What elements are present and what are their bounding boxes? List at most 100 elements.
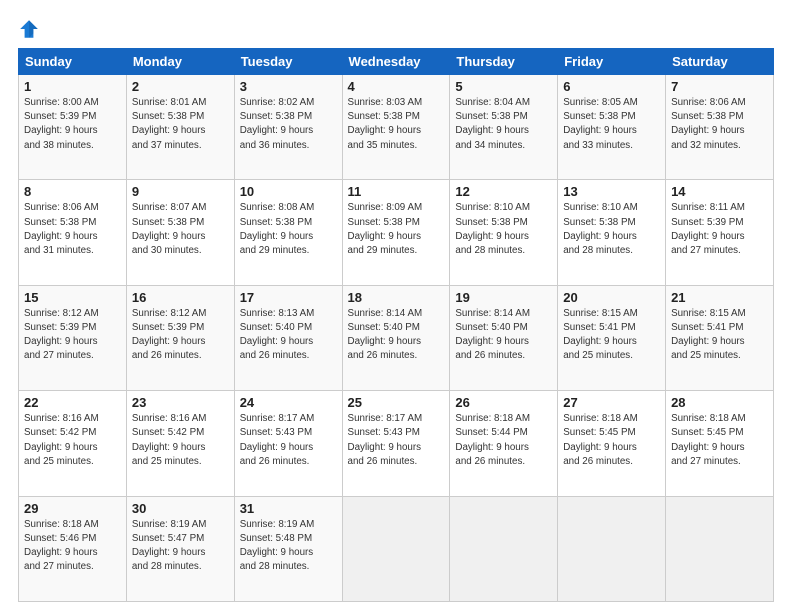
day-number: 8 <box>24 184 121 199</box>
day-info: Sunrise: 8:18 AM Sunset: 5:46 PM Dayligh… <box>24 518 121 575</box>
day-number: 16 <box>132 290 229 305</box>
day-cell: 7 Sunrise: 8:06 AM Sunset: 5:38 PM Daylig… <box>666 75 774 180</box>
day-cell: 16Sunrise: 8:12 AM Sunset: 5:39 PM Dayli… <box>126 285 234 390</box>
day-info: Sunrise: 8:15 AM Sunset: 5:41 PM Dayligh… <box>671 307 768 364</box>
day-cell: 23Sunrise: 8:16 AM Sunset: 5:42 PM Dayli… <box>126 391 234 496</box>
day-cell <box>450 496 558 601</box>
day-info: Sunrise: 8:19 AM Sunset: 5:47 PM Dayligh… <box>132 518 229 575</box>
day-cell: 26 Sunrise: 8:18 AM Sunset: 5:44 PM Dayli… <box>450 391 558 496</box>
day-cell: 3 Sunrise: 8:02 AM Sunset: 5:38 PM Daylig… <box>234 75 342 180</box>
day-info: Sunrise: 8:18 AM Sunset: 5:45 PM Dayligh… <box>671 412 768 469</box>
day-number: 12 <box>455 184 552 199</box>
day-info: Sunrise: 8:03 AM Sunset: 5:38 PM Dayligh… <box>348 96 445 153</box>
day-number: 7 <box>671 79 768 94</box>
day-cell: 4 Sunrise: 8:03 AM Sunset: 5:38 PM Daylig… <box>342 75 450 180</box>
day-info: Sunrise: 8:05 AM Sunset: 5:38 PM Dayligh… <box>563 96 660 153</box>
day-info: Sunrise: 8:10 AM Sunset: 5:38 PM Dayligh… <box>563 201 660 258</box>
day-cell: 9 Sunrise: 8:07 AM Sunset: 5:38 PM Daylig… <box>126 180 234 285</box>
day-cell: 24 Sunrise: 8:17 AM Sunset: 5:43 PM Dayli… <box>234 391 342 496</box>
day-info: Sunrise: 8:06 AM Sunset: 5:38 PM Dayligh… <box>24 201 121 258</box>
day-cell: 15 Sunrise: 8:12 AM Sunset: 5:39 PM Dayli… <box>19 285 127 390</box>
day-info: Sunrise: 8:08 AM Sunset: 5:38 PM Dayligh… <box>240 201 337 258</box>
day-info: Sunrise: 8:18 AM Sunset: 5:44 PM Dayligh… <box>455 412 552 469</box>
day-number: 20 <box>563 290 660 305</box>
day-info: Sunrise: 8:14 AM Sunset: 5:40 PM Dayligh… <box>455 307 552 364</box>
day-number: 29 <box>24 501 121 516</box>
day-number: 22 <box>24 395 121 410</box>
day-number: 18 <box>348 290 445 305</box>
day-info: Sunrise: 8:13 AM Sunset: 5:40 PM Dayligh… <box>240 307 337 364</box>
day-cell: 18 Sunrise: 8:14 AM Sunset: 5:40 PM Dayli… <box>342 285 450 390</box>
day-cell: 27Sunrise: 8:18 AM Sunset: 5:45 PM Dayli… <box>558 391 666 496</box>
day-cell: 13Sunrise: 8:10 AM Sunset: 5:38 PM Dayli… <box>558 180 666 285</box>
weekday-header-wednesday: Wednesday <box>342 49 450 75</box>
day-cell: 29 Sunrise: 8:18 AM Sunset: 5:46 PM Dayli… <box>19 496 127 601</box>
logo-icon <box>18 18 40 40</box>
day-number: 14 <box>671 184 768 199</box>
day-info: Sunrise: 8:04 AM Sunset: 5:38 PM Dayligh… <box>455 96 552 153</box>
day-info: Sunrise: 8:12 AM Sunset: 5:39 PM Dayligh… <box>24 307 121 364</box>
weekday-header-friday: Friday <box>558 49 666 75</box>
day-number: 31 <box>240 501 337 516</box>
day-cell: 6 Sunrise: 8:05 AM Sunset: 5:38 PM Daylig… <box>558 75 666 180</box>
day-cell <box>666 496 774 601</box>
day-info: Sunrise: 8:09 AM Sunset: 5:38 PM Dayligh… <box>348 201 445 258</box>
day-number: 2 <box>132 79 229 94</box>
day-info: Sunrise: 8:01 AM Sunset: 5:38 PM Dayligh… <box>132 96 229 153</box>
logo <box>18 18 42 40</box>
day-number: 15 <box>24 290 121 305</box>
day-info: Sunrise: 8:17 AM Sunset: 5:43 PM Dayligh… <box>240 412 337 469</box>
week-row-1: 1 Sunrise: 8:00 AM Sunset: 5:39 PM Daylig… <box>19 75 774 180</box>
day-cell: 8 Sunrise: 8:06 AM Sunset: 5:38 PM Daylig… <box>19 180 127 285</box>
day-number: 1 <box>24 79 121 94</box>
day-info: Sunrise: 8:15 AM Sunset: 5:41 PM Dayligh… <box>563 307 660 364</box>
day-cell: 12 Sunrise: 8:10 AM Sunset: 5:38 PM Dayli… <box>450 180 558 285</box>
day-number: 23 <box>132 395 229 410</box>
day-number: 19 <box>455 290 552 305</box>
day-info: Sunrise: 8:07 AM Sunset: 5:38 PM Dayligh… <box>132 201 229 258</box>
week-row-4: 22Sunrise: 8:16 AM Sunset: 5:42 PM Dayli… <box>19 391 774 496</box>
day-number: 26 <box>455 395 552 410</box>
day-info: Sunrise: 8:06 AM Sunset: 5:38 PM Dayligh… <box>671 96 768 153</box>
day-cell <box>342 496 450 601</box>
day-number: 10 <box>240 184 337 199</box>
week-row-5: 29 Sunrise: 8:18 AM Sunset: 5:46 PM Dayli… <box>19 496 774 601</box>
day-cell: 19 Sunrise: 8:14 AM Sunset: 5:40 PM Dayli… <box>450 285 558 390</box>
day-cell: 22Sunrise: 8:16 AM Sunset: 5:42 PM Dayli… <box>19 391 127 496</box>
day-cell: 31Sunrise: 8:19 AM Sunset: 5:48 PM Dayli… <box>234 496 342 601</box>
day-number: 11 <box>348 184 445 199</box>
day-number: 5 <box>455 79 552 94</box>
day-number: 6 <box>563 79 660 94</box>
day-number: 28 <box>671 395 768 410</box>
day-cell: 2 Sunrise: 8:01 AM Sunset: 5:38 PM Daylig… <box>126 75 234 180</box>
day-info: Sunrise: 8:17 AM Sunset: 5:43 PM Dayligh… <box>348 412 445 469</box>
day-info: Sunrise: 8:11 AM Sunset: 5:39 PM Dayligh… <box>671 201 768 258</box>
day-cell: 1 Sunrise: 8:00 AM Sunset: 5:39 PM Daylig… <box>19 75 127 180</box>
day-cell: 10 Sunrise: 8:08 AM Sunset: 5:38 PM Dayli… <box>234 180 342 285</box>
week-row-3: 15 Sunrise: 8:12 AM Sunset: 5:39 PM Dayli… <box>19 285 774 390</box>
week-row-2: 8 Sunrise: 8:06 AM Sunset: 5:38 PM Daylig… <box>19 180 774 285</box>
day-cell: 25 Sunrise: 8:17 AM Sunset: 5:43 PM Dayli… <box>342 391 450 496</box>
day-info: Sunrise: 8:10 AM Sunset: 5:38 PM Dayligh… <box>455 201 552 258</box>
weekday-header-monday: Monday <box>126 49 234 75</box>
day-info: Sunrise: 8:02 AM Sunset: 5:38 PM Dayligh… <box>240 96 337 153</box>
day-cell: 17 Sunrise: 8:13 AM Sunset: 5:40 PM Dayli… <box>234 285 342 390</box>
day-info: Sunrise: 8:18 AM Sunset: 5:45 PM Dayligh… <box>563 412 660 469</box>
day-number: 3 <box>240 79 337 94</box>
day-cell: 5 Sunrise: 8:04 AM Sunset: 5:38 PM Daylig… <box>450 75 558 180</box>
day-cell: 28 Sunrise: 8:18 AM Sunset: 5:45 PM Dayli… <box>666 391 774 496</box>
day-cell: 11 Sunrise: 8:09 AM Sunset: 5:38 PM Dayli… <box>342 180 450 285</box>
day-number: 4 <box>348 79 445 94</box>
day-info: Sunrise: 8:14 AM Sunset: 5:40 PM Dayligh… <box>348 307 445 364</box>
day-cell <box>558 496 666 601</box>
header <box>18 18 774 40</box>
day-number: 24 <box>240 395 337 410</box>
day-number: 9 <box>132 184 229 199</box>
day-number: 30 <box>132 501 229 516</box>
day-number: 25 <box>348 395 445 410</box>
calendar-table: SundayMondayTuesdayWednesdayThursdayFrid… <box>18 48 774 602</box>
day-cell: 14 Sunrise: 8:11 AM Sunset: 5:39 PM Dayli… <box>666 180 774 285</box>
day-cell: 20 Sunrise: 8:15 AM Sunset: 5:41 PM Dayli… <box>558 285 666 390</box>
day-info: Sunrise: 8:00 AM Sunset: 5:39 PM Dayligh… <box>24 96 121 153</box>
day-number: 17 <box>240 290 337 305</box>
